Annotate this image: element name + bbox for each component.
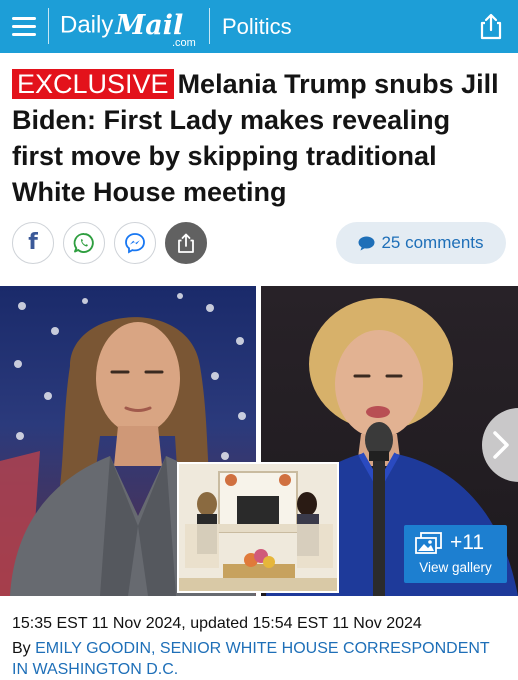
image-stack-icon [415,532,442,554]
article-dateline: 15:35 EST 11 Nov 2024, updated 15:54 EST… [12,615,422,632]
gallery-count: +11 [450,531,485,554]
messenger-icon [125,233,145,254]
exclusive-badge: EXCLUSIVE [12,69,174,99]
divider [48,8,49,44]
share-icon[interactable] [478,12,504,40]
comments-count: 25 comments [381,233,484,252]
comment-bubble-icon [358,236,375,250]
inset-meeting-photo[interactable] [177,462,339,593]
share-icon [178,233,194,253]
logo-dotcom-text: .com [172,37,196,49]
divider [209,8,210,44]
hamburger-icon[interactable] [12,11,36,43]
article-headline: EXCLUSIVE Melania Trump snubs Jill Biden:… [12,66,507,210]
share-button[interactable] [165,222,207,264]
facebook-share-button[interactable]: f [12,222,54,264]
byline: By EMILY GOODIN, SENIOR WHITE HOUSE CORR… [12,638,507,680]
comments-button[interactable]: 25 comments [336,222,506,264]
view-gallery-button[interactable]: +11 View gallery [404,525,507,583]
chevron-right-icon [493,431,509,459]
daily-mail-logo[interactable]: DailyMail .com [60,10,196,49]
whatsapp-icon [73,233,94,253]
logo-daily-text: Daily [60,11,114,39]
facebook-icon: f [28,230,38,255]
author-link[interactable]: EMILY GOODIN, SENIOR WHITE HOUSE CORRESP… [12,640,489,678]
messenger-share-button[interactable] [114,222,156,264]
byline-prefix: By [12,640,36,657]
whatsapp-share-button[interactable] [63,222,105,264]
top-bar: DailyMail .com Politics [0,0,518,53]
gallery-label: View gallery [419,560,492,575]
section-title[interactable]: Politics [222,14,292,40]
